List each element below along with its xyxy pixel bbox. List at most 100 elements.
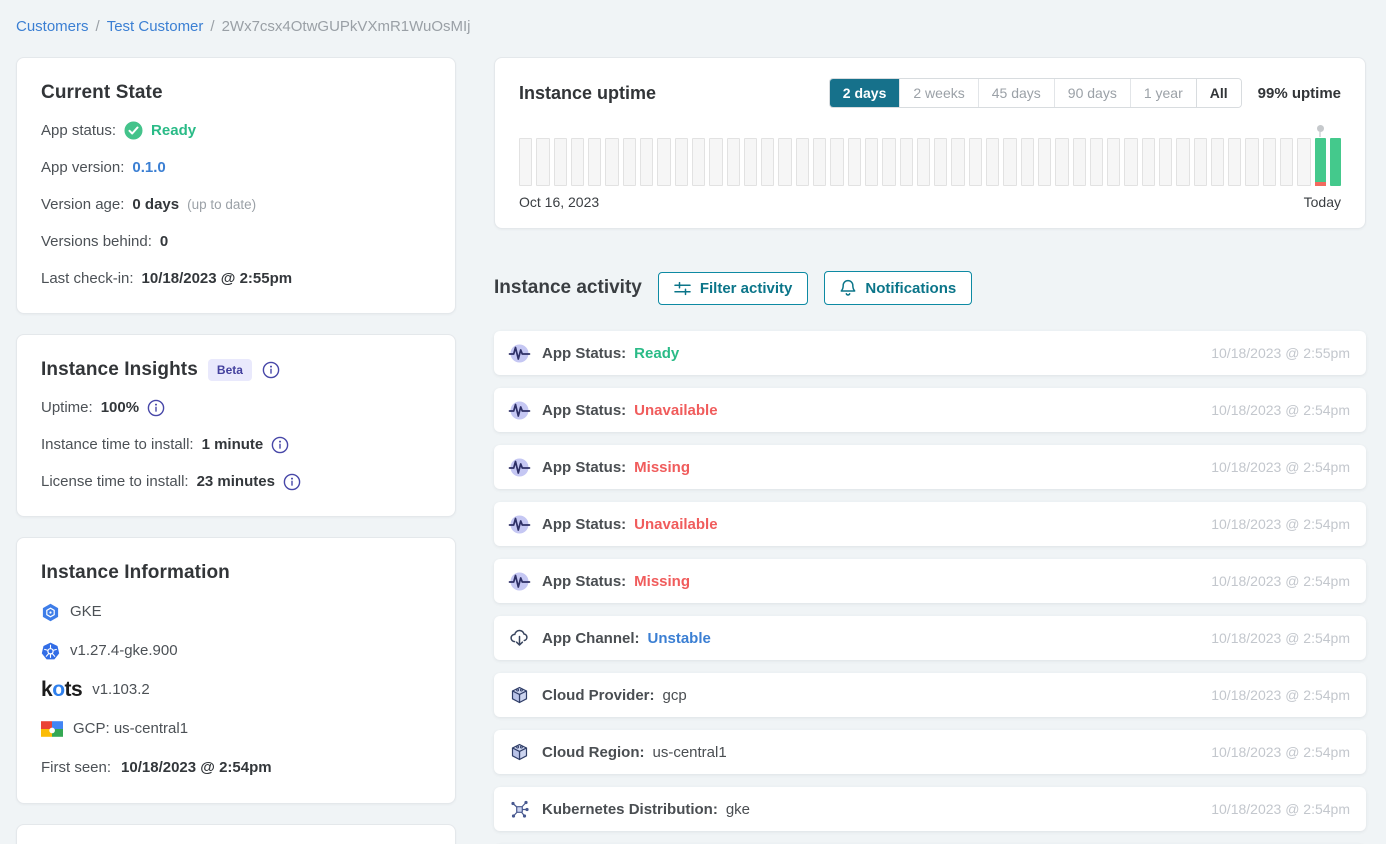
uptime-range-button[interactable]: All bbox=[1196, 79, 1241, 107]
uptime-bar[interactable] bbox=[951, 138, 964, 186]
uptime-bar[interactable] bbox=[657, 138, 670, 186]
uptime-bar[interactable] bbox=[1107, 138, 1120, 186]
uptime-bar[interactable] bbox=[605, 138, 618, 186]
uptime-bar[interactable] bbox=[934, 138, 947, 186]
notifications-button[interactable]: Notifications bbox=[824, 271, 972, 305]
gcp-logo-icon-slot bbox=[41, 721, 63, 737]
pulse-icon bbox=[508, 342, 531, 365]
uptime-bar[interactable] bbox=[692, 138, 705, 186]
uptime-bar[interactable] bbox=[865, 138, 878, 186]
activity-row[interactable]: App Status: Unavailable 10/18/2023 @ 2:5… bbox=[494, 388, 1366, 432]
uptime-bar[interactable] bbox=[1280, 138, 1293, 186]
activity-row-label: App Channel: bbox=[542, 630, 640, 647]
uptime-range-button[interactable]: 45 days bbox=[978, 79, 1054, 107]
uptime-bar[interactable] bbox=[1315, 138, 1326, 186]
license-install-info-icon-slot[interactable] bbox=[283, 473, 301, 491]
uptime-bar[interactable] bbox=[882, 138, 895, 186]
uptime-bar[interactable] bbox=[1038, 138, 1051, 186]
uptime-bar[interactable] bbox=[588, 138, 601, 186]
uptime-bar-chart bbox=[519, 138, 1341, 186]
uptime-bar[interactable] bbox=[848, 138, 861, 186]
versions-behind-value: 0 bbox=[160, 231, 168, 252]
info-icon[interactable] bbox=[262, 361, 280, 379]
app-version-link[interactable]: 0.1.0 bbox=[132, 157, 165, 178]
uptime-bar[interactable] bbox=[830, 138, 843, 186]
uptime-bar[interactable] bbox=[744, 138, 757, 186]
activity-row-timestamp: 10/18/2023 @ 2:54pm bbox=[1211, 630, 1350, 646]
uptime-bar[interactable] bbox=[1090, 138, 1103, 186]
uptime-insight-row: Uptime: 100% bbox=[41, 397, 431, 418]
uptime-bar[interactable] bbox=[1003, 138, 1016, 186]
pulse-icon bbox=[508, 456, 531, 479]
uptime-bar[interactable] bbox=[623, 138, 636, 186]
uptime-bar[interactable] bbox=[709, 138, 722, 186]
row-icon-slot bbox=[506, 513, 532, 536]
activity-row[interactable]: App Status: Missing 10/18/2023 @ 2:54pm bbox=[494, 445, 1366, 489]
info-icon[interactable] bbox=[283, 473, 301, 491]
instance-install-time-row: Instance time to install: 1 minute bbox=[41, 434, 431, 455]
activity-row[interactable]: App Status: Unavailable 10/18/2023 @ 2:5… bbox=[494, 502, 1366, 546]
activity-row-timestamp: 10/18/2023 @ 2:54pm bbox=[1211, 402, 1350, 418]
row-icon-slot bbox=[506, 399, 532, 422]
uptime-bar[interactable] bbox=[1211, 138, 1224, 186]
uptime-range-button[interactable]: 1 year bbox=[1130, 79, 1196, 107]
next-card-partial bbox=[16, 824, 456, 844]
uptime-bar[interactable] bbox=[1021, 138, 1034, 186]
instance-install-info-icon-slot[interactable] bbox=[271, 436, 289, 454]
uptime-bar[interactable] bbox=[1297, 138, 1310, 186]
uptime-bar[interactable] bbox=[778, 138, 791, 186]
activity-list: App Status: Ready 10/18/2023 @ 2:55pm Ap… bbox=[494, 331, 1366, 844]
package-icon bbox=[509, 685, 530, 706]
activity-row[interactable]: App Channel: Unstable 10/18/2023 @ 2:54p… bbox=[494, 616, 1366, 660]
activity-row[interactable]: App Status: Ready 10/18/2023 @ 2:55pm bbox=[494, 331, 1366, 375]
uptime-bar[interactable] bbox=[727, 138, 740, 186]
uptime-range-button[interactable]: 90 days bbox=[1054, 79, 1130, 107]
insights-info-icon-slot[interactable] bbox=[262, 361, 280, 379]
uptime-bar[interactable] bbox=[571, 138, 584, 186]
app-status-label: App status: bbox=[41, 120, 116, 141]
activity-row[interactable]: Cloud Provider: gcp 10/18/2023 @ 2:54pm bbox=[494, 673, 1366, 717]
activity-row[interactable]: App Status: Missing 10/18/2023 @ 2:54pm bbox=[494, 559, 1366, 603]
uptime-bar[interactable] bbox=[1142, 138, 1155, 186]
uptime-bar[interactable] bbox=[519, 138, 532, 186]
info-icon[interactable] bbox=[147, 399, 165, 417]
uptime-bar[interactable] bbox=[917, 138, 930, 186]
uptime-bar[interactable] bbox=[1245, 138, 1258, 186]
uptime-bar[interactable] bbox=[761, 138, 774, 186]
uptime-bar[interactable] bbox=[1073, 138, 1086, 186]
uptime-range-button[interactable]: 2 weeks bbox=[899, 79, 977, 107]
filter-activity-button[interactable]: Filter activity bbox=[658, 272, 809, 305]
uptime-bar[interactable] bbox=[675, 138, 688, 186]
uptime-bar[interactable] bbox=[1055, 138, 1068, 186]
uptime-bar[interactable] bbox=[986, 138, 999, 186]
uptime-bar[interactable] bbox=[1228, 138, 1241, 186]
instance-information-card: Instance Information GKE v1.27.4-gke.900 bbox=[16, 537, 456, 804]
uptime-bar[interactable] bbox=[1124, 138, 1137, 186]
uptime-bar[interactable] bbox=[1263, 138, 1276, 186]
uptime-bar[interactable] bbox=[1159, 138, 1172, 186]
last-checkin-row: Last check-in: 10/18/2023 @ 2:55pm bbox=[41, 268, 431, 289]
uptime-bar[interactable] bbox=[554, 138, 567, 186]
last-checkin-value: 10/18/2023 @ 2:55pm bbox=[142, 268, 293, 289]
activity-row[interactable]: Kubernetes Distribution: gke 10/18/2023 … bbox=[494, 787, 1366, 831]
uptime-bar[interactable] bbox=[900, 138, 913, 186]
breadcrumb: Customers / Test Customer / 2Wx7csx4OtwG… bbox=[16, 18, 1366, 35]
info-icon[interactable] bbox=[271, 436, 289, 454]
uptime-bar[interactable] bbox=[1330, 138, 1341, 186]
uptime-info-icon-slot[interactable] bbox=[147, 399, 165, 417]
uptime-bar[interactable] bbox=[1176, 138, 1189, 186]
breadcrumb-customer-link[interactable]: Test Customer bbox=[107, 18, 204, 35]
version-age-value: 0 days bbox=[132, 194, 179, 215]
uptime-bar[interactable] bbox=[1194, 138, 1207, 186]
uptime-range-button[interactable]: 2 days bbox=[830, 79, 900, 107]
uptime-bar[interactable] bbox=[969, 138, 982, 186]
uptime-bar[interactable] bbox=[640, 138, 653, 186]
breadcrumb-customers-link[interactable]: Customers bbox=[16, 18, 89, 35]
uptime-bar[interactable] bbox=[813, 138, 826, 186]
version-age-label: Version age: bbox=[41, 194, 124, 215]
activity-row[interactable]: Cloud Region: us-central1 10/18/2023 @ 2… bbox=[494, 730, 1366, 774]
activity-row-timestamp: 10/18/2023 @ 2:54pm bbox=[1211, 744, 1350, 760]
uptime-bar[interactable] bbox=[796, 138, 809, 186]
filter-icon-slot bbox=[674, 281, 691, 296]
uptime-bar[interactable] bbox=[536, 138, 549, 186]
